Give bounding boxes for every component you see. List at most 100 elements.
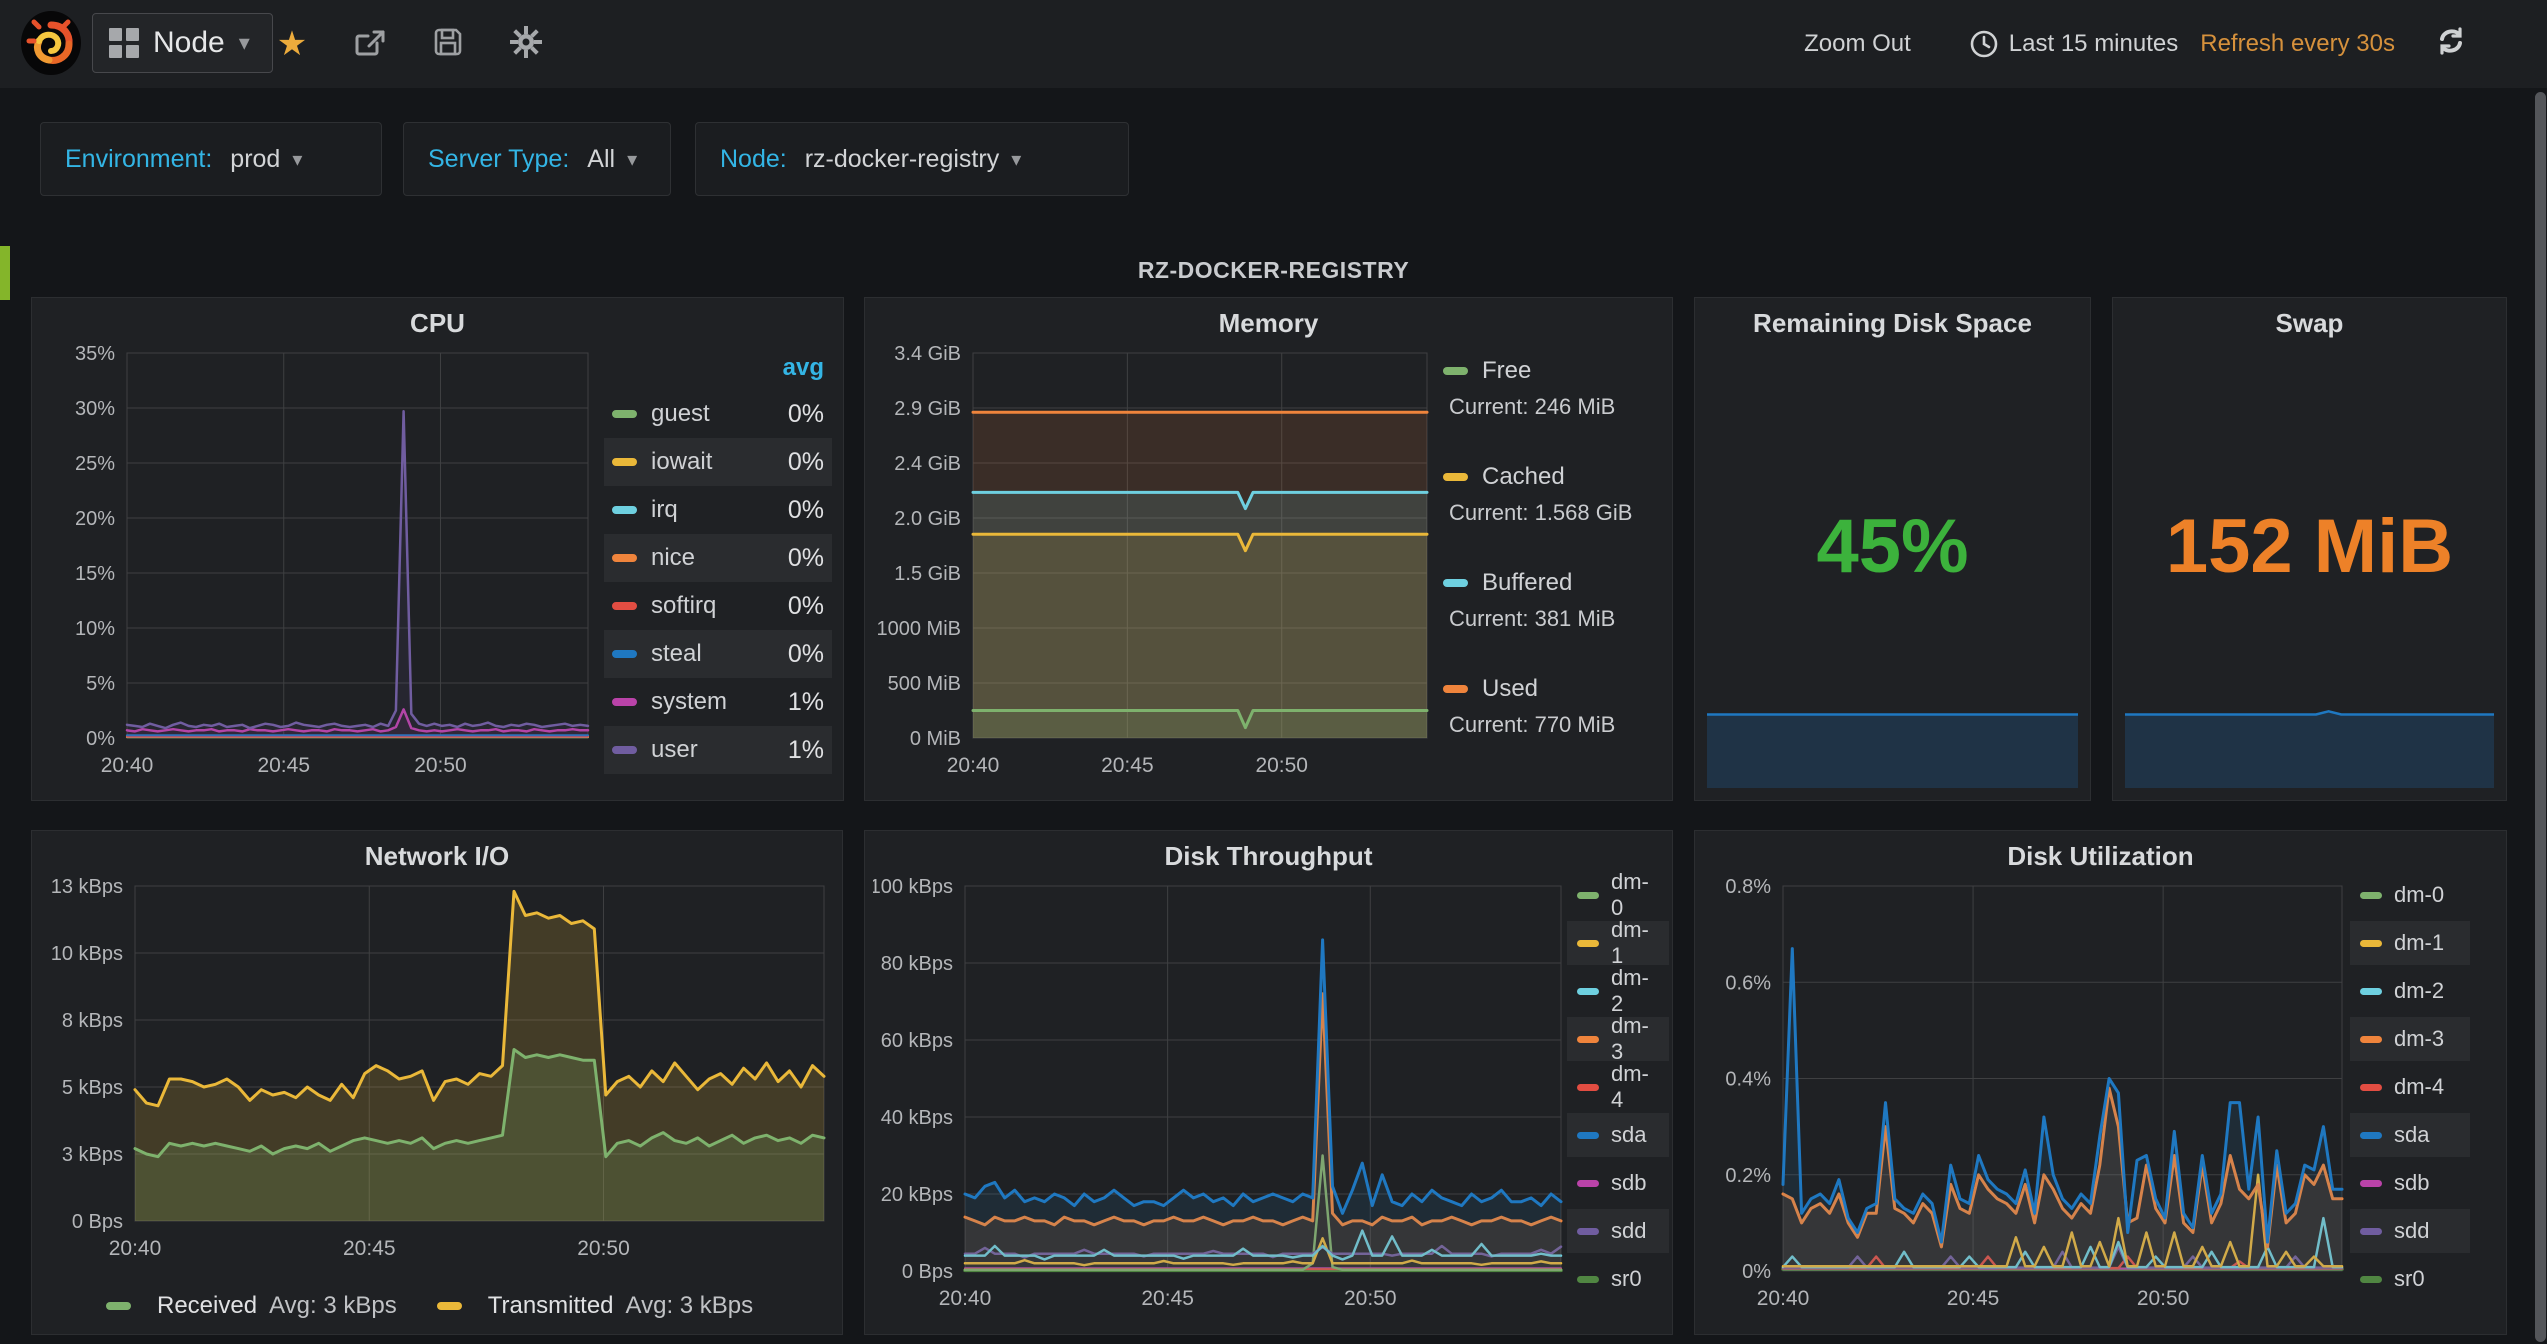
legend-item[interactable]: dm-1 bbox=[2350, 921, 2470, 965]
memory-graph[interactable]: 0 MiB500 MiB1000 MiB1.5 GiB2.0 GiB2.4 Gi… bbox=[873, 338, 1433, 793]
series-name: sr0 bbox=[2394, 1266, 2460, 1292]
series-name: Cached bbox=[1482, 463, 1667, 491]
legend-item[interactable]: dm-3 bbox=[1567, 1017, 1669, 1061]
disk-throughput-graph[interactable]: 0 Bps20 kBps40 kBps60 kBps80 kBps100 kBp… bbox=[873, 871, 1565, 1326]
legend-item[interactable]: Received Avg: 3 kBps bbox=[106, 1292, 397, 1320]
legend-item[interactable]: sr0 bbox=[2350, 1257, 2470, 1301]
panel-title[interactable]: Network I/O bbox=[32, 841, 842, 872]
legend-item[interactable]: dm-1 bbox=[1567, 921, 1669, 965]
variable-environment[interactable]: Environment: prod ▾ bbox=[40, 122, 382, 196]
svg-text:25%: 25% bbox=[75, 453, 115, 475]
legend-item[interactable]: dm-3 bbox=[2350, 1017, 2470, 1061]
panel-title[interactable]: Disk Utilization bbox=[1695, 841, 2506, 872]
legend-item[interactable]: dm-4 bbox=[2350, 1065, 2470, 1109]
caret-down-icon: ▾ bbox=[1011, 147, 1021, 172]
svg-text:40 kBps: 40 kBps bbox=[881, 1107, 953, 1129]
series-color-swatch bbox=[612, 410, 637, 418]
cpu-legend: avg guest 0% iowait 0% irq 0% bbox=[604, 354, 832, 774]
series-name: sda bbox=[2394, 1122, 2460, 1148]
gear-icon[interactable] bbox=[504, 25, 548, 64]
singlestat-value: 45% bbox=[1695, 503, 2090, 590]
legend-item[interactable]: sdb bbox=[1567, 1161, 1669, 1205]
legend-item[interactable]: guest 0% bbox=[604, 390, 832, 438]
legend-item[interactable]: sr0 bbox=[1567, 1257, 1669, 1301]
legend-item[interactable]: iowait 0% bbox=[604, 438, 832, 486]
series-name: irq bbox=[651, 496, 788, 524]
network-legend: Received Avg: 3 kBps Transmitted Avg: 3 … bbox=[106, 1292, 753, 1320]
refresh-interval-button[interactable]: Refresh every 30s bbox=[2200, 30, 2395, 58]
series-current-value: Current: 770 MiB bbox=[1449, 712, 1667, 742]
legend-item[interactable]: Transmitted Avg: 3 kBps bbox=[437, 1292, 753, 1320]
legend-item[interactable]: Cached Current: 1.568 GiB bbox=[1443, 460, 1667, 530]
network-graph[interactable]: 0 Bps3 kBps5 kBps8 kBps10 kBps13 kBps20:… bbox=[40, 871, 838, 1273]
legend-item[interactable]: softirq 0% bbox=[604, 582, 832, 630]
panel-title[interactable]: CPU bbox=[32, 308, 843, 339]
refresh-icon[interactable] bbox=[2435, 26, 2467, 63]
panel-disk-utilization: Disk Utilization 0%0.2%0.4%0.6%0.8%20:40… bbox=[1694, 830, 2507, 1335]
vertical-scrollbar[interactable] bbox=[2535, 92, 2546, 1342]
series-name: Free bbox=[1482, 357, 1667, 385]
dashboard-picker-button[interactable]: Node ▾ bbox=[92, 13, 273, 73]
svg-text:1.5 GiB: 1.5 GiB bbox=[894, 563, 961, 585]
grafana-logo[interactable] bbox=[20, 10, 82, 76]
disk-utilization-graph[interactable]: 0%0.2%0.4%0.6%0.8%20:4020:4520:50 bbox=[1703, 871, 2348, 1326]
clock-icon bbox=[1969, 29, 1999, 59]
series-name: sdd bbox=[1611, 1218, 1659, 1244]
row-title[interactable]: RZ-DOCKER-REGISTRY bbox=[0, 240, 2547, 300]
series-color-swatch bbox=[612, 746, 637, 754]
series-color-swatch bbox=[2360, 1084, 2382, 1091]
panel-title[interactable]: Remaining Disk Space bbox=[1695, 308, 2090, 339]
legend-item[interactable]: sda bbox=[1567, 1113, 1669, 1157]
series-name: guest bbox=[651, 400, 788, 428]
series-name: user bbox=[651, 736, 788, 764]
series-name: Transmitted bbox=[488, 1292, 614, 1320]
svg-text:20%: 20% bbox=[75, 508, 115, 530]
share-icon[interactable] bbox=[348, 26, 392, 63]
legend-avg-header[interactable]: avg bbox=[604, 354, 832, 390]
legend-item[interactable]: sdd bbox=[1567, 1209, 1669, 1253]
variable-server-type[interactable]: Server Type: All ▾ bbox=[403, 122, 671, 196]
variable-value: All bbox=[587, 145, 615, 174]
legend-item[interactable]: dm-2 bbox=[2350, 969, 2470, 1013]
svg-text:3 kBps: 3 kBps bbox=[62, 1144, 123, 1166]
variable-label: Node: bbox=[720, 145, 787, 174]
legend-item[interactable]: dm-0 bbox=[1567, 873, 1669, 917]
cpu-graph[interactable]: 0%5%10%15%20%25%30%35%20:4020:4520:50 bbox=[42, 338, 592, 793]
series-color-swatch bbox=[1577, 1036, 1599, 1043]
svg-text:20:50: 20:50 bbox=[1344, 1287, 1397, 1310]
legend-item[interactable]: dm-0 bbox=[2350, 873, 2470, 917]
legend-item[interactable]: sdb bbox=[2350, 1161, 2470, 1205]
star-icon[interactable]: ★ bbox=[270, 24, 314, 64]
panel-disk-throughput: Disk Throughput 0 Bps20 kBps40 kBps60 kB… bbox=[864, 830, 1673, 1335]
svg-text:20:50: 20:50 bbox=[577, 1237, 630, 1260]
legend-item[interactable]: Free Current: 246 MiB bbox=[1443, 354, 1667, 424]
series-avg-value: 0% bbox=[788, 496, 824, 525]
series-color-swatch bbox=[612, 458, 637, 466]
legend-item[interactable]: irq 0% bbox=[604, 486, 832, 534]
series-color-swatch bbox=[1443, 367, 1468, 375]
variable-node[interactable]: Node: rz-docker-registry ▾ bbox=[695, 122, 1129, 196]
variable-label: Environment: bbox=[65, 145, 212, 174]
legend-item[interactable]: sda bbox=[2350, 1113, 2470, 1157]
legend-item[interactable]: Buffered Current: 381 MiB bbox=[1443, 566, 1667, 636]
zoom-out-button[interactable]: Zoom Out bbox=[1804, 30, 1911, 58]
series-name: softirq bbox=[651, 592, 788, 620]
svg-text:20:40: 20:40 bbox=[939, 1287, 992, 1310]
legend-item[interactable]: user 1% bbox=[604, 726, 832, 774]
save-icon[interactable] bbox=[426, 26, 470, 63]
panel-title[interactable]: Disk Throughput bbox=[865, 841, 1672, 872]
legend-item[interactable]: nice 0% bbox=[604, 534, 832, 582]
series-color-swatch bbox=[1577, 940, 1599, 947]
series-avg-value: 0% bbox=[788, 400, 824, 429]
legend-item[interactable]: system 1% bbox=[604, 678, 832, 726]
legend-item[interactable]: Used Current: 770 MiB bbox=[1443, 672, 1667, 742]
panel-title[interactable]: Memory bbox=[865, 308, 1672, 339]
svg-text:20:45: 20:45 bbox=[343, 1237, 396, 1260]
legend-item[interactable]: dm-2 bbox=[1567, 969, 1669, 1013]
legend-item[interactable]: steal 0% bbox=[604, 630, 832, 678]
legend-item[interactable]: dm-4 bbox=[1567, 1065, 1669, 1109]
panel-title[interactable]: Swap bbox=[2113, 308, 2506, 339]
series-color-swatch bbox=[1577, 892, 1599, 899]
legend-item[interactable]: sdd bbox=[2350, 1209, 2470, 1253]
time-range-button[interactable]: Last 15 minutes bbox=[1969, 29, 2178, 59]
